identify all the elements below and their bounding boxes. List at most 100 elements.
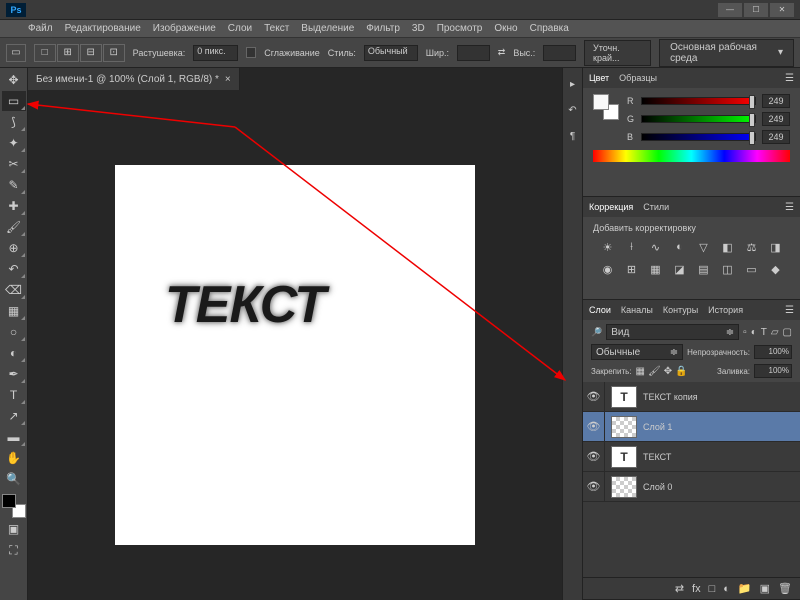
selective-color-icon[interactable]: ◆ bbox=[767, 261, 785, 277]
selection-intersect-icon[interactable]: ⊡ bbox=[103, 44, 125, 62]
filter-adjust-icon[interactable]: ◐ bbox=[751, 327, 757, 338]
photo-filter-icon[interactable]: ◉ bbox=[599, 261, 617, 277]
visibility-icon[interactable]: 👁 bbox=[583, 472, 605, 501]
screenmode-toggle[interactable]: ⛶ bbox=[2, 540, 26, 560]
lasso-tool[interactable]: ⟆ bbox=[2, 112, 26, 132]
menu-select[interactable]: Выделение bbox=[301, 23, 354, 34]
search-icon[interactable]: 🔎 bbox=[591, 327, 602, 338]
menu-view[interactable]: Просмотр bbox=[437, 23, 483, 34]
visibility-icon[interactable]: 👁 bbox=[583, 442, 605, 471]
spectrum-bar[interactable] bbox=[593, 150, 790, 162]
tab-paths[interactable]: Контуры bbox=[663, 301, 698, 319]
tab-corrections[interactable]: Коррекция bbox=[589, 198, 633, 216]
strip-expand-icon[interactable]: ▸ bbox=[565, 76, 581, 92]
menu-file[interactable]: Файл bbox=[28, 23, 53, 34]
color-swatches[interactable] bbox=[2, 494, 26, 518]
eraser-tool[interactable]: ⌫ bbox=[2, 280, 26, 300]
lock-paint-icon[interactable]: 🖌 bbox=[648, 366, 661, 377]
bw-icon[interactable]: ◨ bbox=[767, 239, 785, 255]
layer-row[interactable]: 👁Слой 0 bbox=[583, 472, 800, 502]
lock-pos-icon[interactable]: ✥ bbox=[664, 366, 672, 377]
panel-menu-icon[interactable]: ☰ bbox=[785, 305, 794, 316]
opacity-input[interactable]: 100% bbox=[754, 345, 792, 359]
mini-foreground[interactable] bbox=[593, 94, 609, 110]
hue-icon[interactable]: ◧ bbox=[719, 239, 737, 255]
tab-history[interactable]: История bbox=[708, 301, 743, 319]
adjustment-layer-icon[interactable]: ◐ bbox=[723, 583, 730, 595]
tab-styles[interactable]: Стили bbox=[643, 198, 669, 216]
document-tab[interactable]: Без имени-1 @ 100% (Слой 1, RGB/8) * × bbox=[28, 68, 240, 90]
channel-mixer-icon[interactable]: ⊞ bbox=[623, 261, 641, 277]
antialias-checkbox[interactable] bbox=[246, 47, 256, 58]
menu-edit[interactable]: Редактирование bbox=[65, 23, 141, 34]
threshold-icon[interactable]: ◫ bbox=[719, 261, 737, 277]
visibility-icon[interactable]: 👁 bbox=[583, 382, 605, 411]
path-tool[interactable]: ↗ bbox=[2, 406, 26, 426]
visibility-icon[interactable]: 👁 bbox=[583, 412, 605, 441]
menu-help[interactable]: Справка bbox=[530, 23, 569, 34]
color-mini-swatches[interactable] bbox=[593, 94, 619, 120]
zoom-tool[interactable]: 🔍 bbox=[2, 469, 26, 489]
swap-dimensions-icon[interactable]: ⇄ bbox=[498, 47, 506, 58]
link-layers-icon[interactable]: ⇄ bbox=[675, 582, 684, 595]
colorbal-icon[interactable]: ⚖ bbox=[743, 239, 761, 255]
menu-image[interactable]: Изображение bbox=[153, 23, 216, 34]
layer-fx-icon[interactable]: fx bbox=[692, 583, 701, 595]
b-slider[interactable] bbox=[641, 133, 756, 141]
minimize-button[interactable]: — bbox=[718, 3, 742, 17]
width-input[interactable] bbox=[457, 45, 490, 61]
height-input[interactable] bbox=[543, 45, 576, 61]
selection-new-icon[interactable]: □ bbox=[34, 44, 56, 62]
workspace-selector[interactable]: Основная рабочая среда▾ bbox=[659, 39, 794, 67]
heal-tool[interactable]: ✚ bbox=[2, 196, 26, 216]
menu-filter[interactable]: Фильтр bbox=[366, 23, 400, 34]
group-icon[interactable]: 📁 bbox=[738, 582, 752, 595]
menu-text[interactable]: Текст bbox=[264, 23, 289, 34]
feather-input[interactable]: 0 пикс. bbox=[193, 45, 238, 61]
blend-mode-select[interactable]: Обычные≑ bbox=[591, 344, 683, 360]
layer-mask-icon[interactable]: □ bbox=[709, 583, 716, 595]
vibrance-icon[interactable]: ▽ bbox=[695, 239, 713, 255]
menu-window[interactable]: Окно bbox=[494, 23, 517, 34]
tab-layers[interactable]: Слои bbox=[589, 301, 611, 319]
close-button[interactable]: ✕ bbox=[770, 3, 794, 17]
g-slider[interactable] bbox=[641, 115, 756, 123]
tool-preset-icon[interactable]: ▭ bbox=[6, 44, 26, 62]
wand-tool[interactable]: ✦ bbox=[2, 133, 26, 153]
move-tool[interactable]: ✥ bbox=[2, 70, 26, 90]
layer-row[interactable]: 👁TТЕКСТ bbox=[583, 442, 800, 472]
lock-trans-icon[interactable]: ▦ bbox=[636, 366, 645, 377]
exposure-icon[interactable]: ◐ bbox=[671, 239, 689, 255]
hand-tool[interactable]: ✋ bbox=[2, 448, 26, 468]
posterize-icon[interactable]: ▤ bbox=[695, 261, 713, 277]
gradient-tool[interactable]: ▦ bbox=[2, 301, 26, 321]
lock-all-icon[interactable]: 🔒 bbox=[675, 366, 687, 377]
panel-menu-icon[interactable]: ☰ bbox=[785, 73, 794, 84]
fill-input[interactable]: 100% bbox=[754, 364, 792, 378]
filter-pixel-icon[interactable]: ▫ bbox=[743, 327, 747, 338]
strip-history-icon[interactable]: ↶ bbox=[565, 102, 581, 118]
b-value[interactable]: 249 bbox=[762, 130, 790, 144]
brightness-icon[interactable]: ☀ bbox=[599, 239, 617, 255]
layer-row[interactable]: 👁TТЕКСТ копия bbox=[583, 382, 800, 412]
delete-layer-icon[interactable]: 🗑 bbox=[778, 582, 792, 595]
stamp-tool[interactable]: ⊕ bbox=[2, 238, 26, 258]
quickmask-toggle[interactable]: ▣ bbox=[2, 519, 26, 539]
levels-icon[interactable]: ⟊ bbox=[623, 239, 641, 255]
dodge-tool[interactable]: ◐ bbox=[2, 343, 26, 363]
history-brush-tool[interactable]: ↶ bbox=[2, 259, 26, 279]
crop-tool[interactable]: ✂ bbox=[2, 154, 26, 174]
tab-color[interactable]: Цвет bbox=[589, 69, 609, 87]
style-select[interactable]: Обычный bbox=[364, 45, 418, 61]
invert-icon[interactable]: ◪ bbox=[671, 261, 689, 277]
filter-type-icon[interactable]: T bbox=[761, 327, 767, 338]
canvas[interactable]: ТЕКСТ bbox=[115, 165, 475, 545]
shape-tool[interactable]: ▬ bbox=[2, 427, 26, 447]
tab-swatches[interactable]: Образцы bbox=[619, 69, 657, 87]
selection-add-icon[interactable]: ⊞ bbox=[57, 44, 79, 62]
brush-tool[interactable]: 🖌 bbox=[2, 217, 26, 237]
maximize-button[interactable]: ☐ bbox=[744, 3, 768, 17]
r-value[interactable]: 249 bbox=[762, 94, 790, 108]
menu-layers[interactable]: Слои bbox=[228, 23, 252, 34]
filter-smart-icon[interactable]: ▢ bbox=[783, 327, 792, 338]
